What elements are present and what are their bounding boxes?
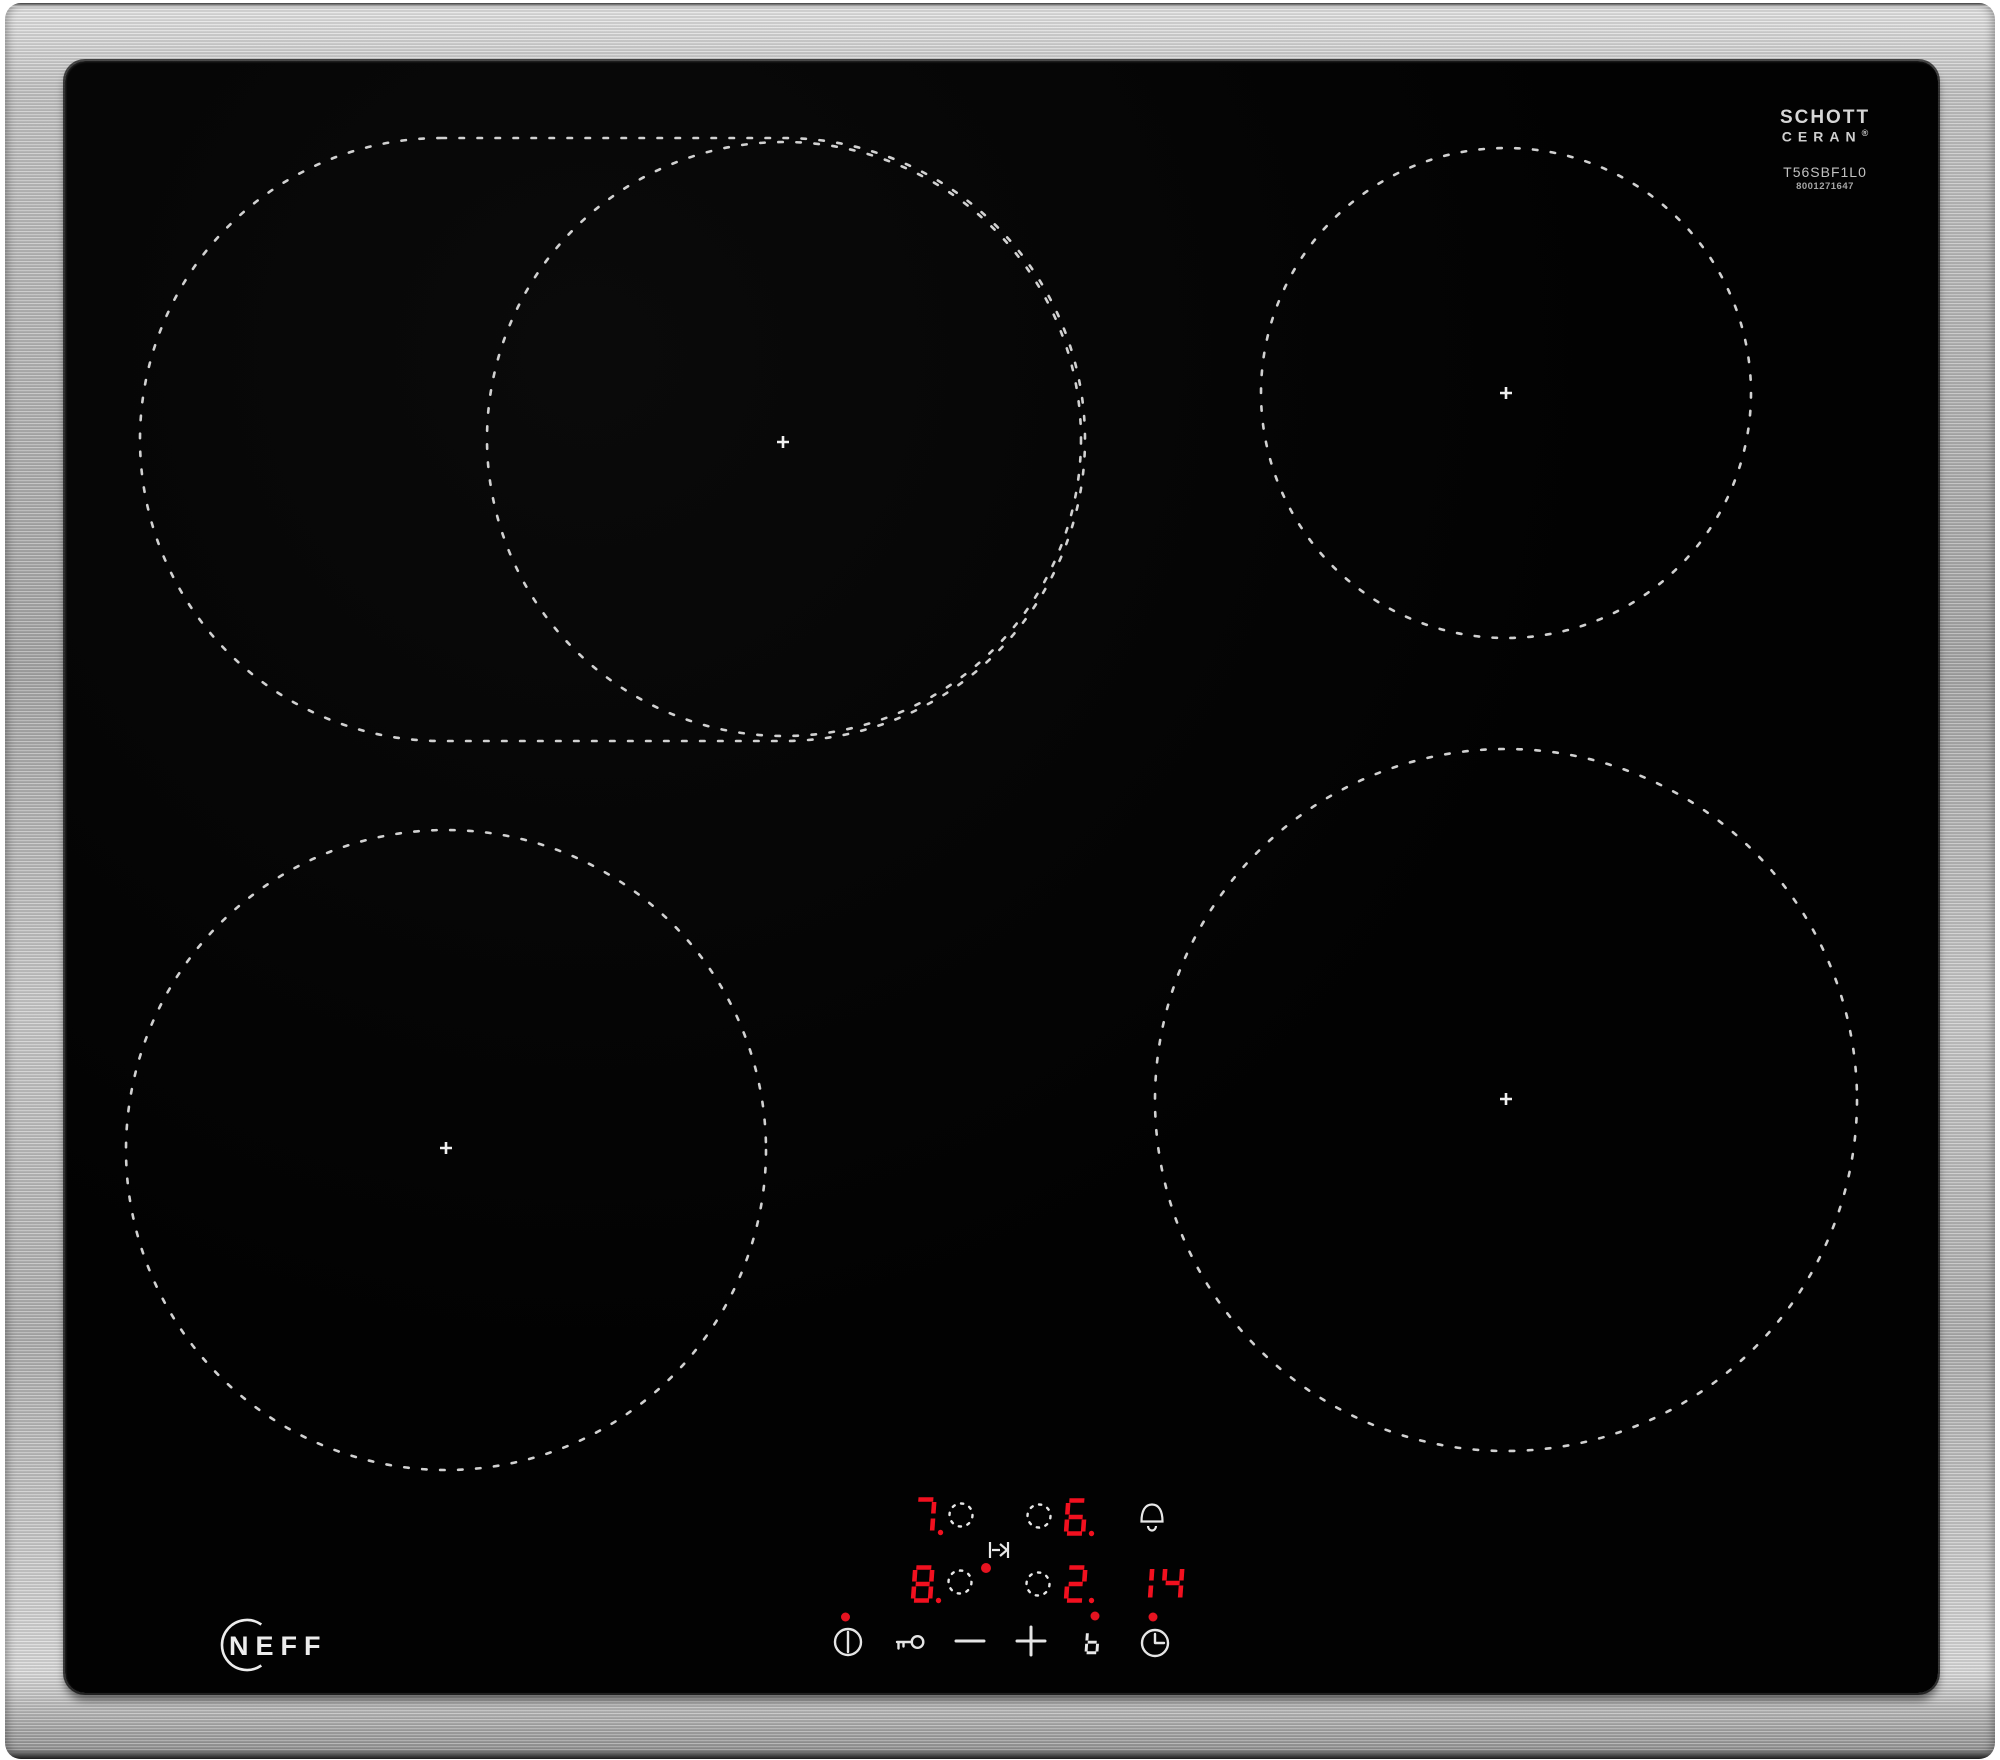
zone-center-markers bbox=[440, 387, 1512, 1154]
boost-button[interactable] bbox=[1084, 1633, 1099, 1655]
bridge-zone-icon bbox=[988, 1542, 1010, 1558]
cooking-zones bbox=[124, 136, 1859, 1472]
power-level-back-left-display bbox=[918, 1497, 944, 1536]
glass-graphics-overlay: NEFF bbox=[124, 136, 1859, 1672]
dotted-circle-icon-front-left bbox=[947, 1569, 973, 1595]
red-dot-icon-boost bbox=[1090, 1611, 1100, 1621]
plus-icon bbox=[1015, 1625, 1047, 1657]
power-level-front-left-display bbox=[910, 1565, 942, 1604]
neff-logo-text: NEFF bbox=[229, 1631, 328, 1661]
red-dot-icon-timer bbox=[1148, 1612, 1158, 1622]
zone-outline-flex-back-left bbox=[138, 136, 1087, 743]
bell-icon bbox=[1140, 1503, 1164, 1532]
power-level-front-right-display bbox=[1063, 1565, 1095, 1604]
power-button[interactable] bbox=[833, 1627, 863, 1657]
timer-button[interactable] bbox=[1140, 1628, 1170, 1658]
touch-controls bbox=[833, 1625, 1170, 1658]
plus-marker-back-right bbox=[1500, 387, 1512, 399]
red-dot-icon-flex bbox=[981, 1563, 991, 1573]
timer-display bbox=[1147, 1569, 1185, 1598]
seven-segment-b-icon bbox=[1084, 1633, 1099, 1655]
plus-marker-front-left bbox=[440, 1142, 452, 1154]
key-icon bbox=[910, 1634, 925, 1649]
plus-marker-front-right bbox=[1500, 1093, 1512, 1105]
neff-logo: NEFF bbox=[220, 1618, 328, 1672]
plus-marker-back-left bbox=[777, 436, 789, 448]
dotted-circle-icon-front-right bbox=[1025, 1571, 1051, 1597]
power-level-back-right-display bbox=[1063, 1498, 1095, 1537]
dotted-circle-icon-back-right bbox=[1026, 1503, 1052, 1529]
dotted-circle-icon-back-left bbox=[948, 1502, 974, 1528]
increase-button[interactable] bbox=[1015, 1625, 1047, 1657]
red-dot-icon-power bbox=[841, 1612, 850, 1622]
led-display-panel bbox=[841, 1497, 1185, 1622]
child-lock-button[interactable] bbox=[895, 1634, 925, 1650]
